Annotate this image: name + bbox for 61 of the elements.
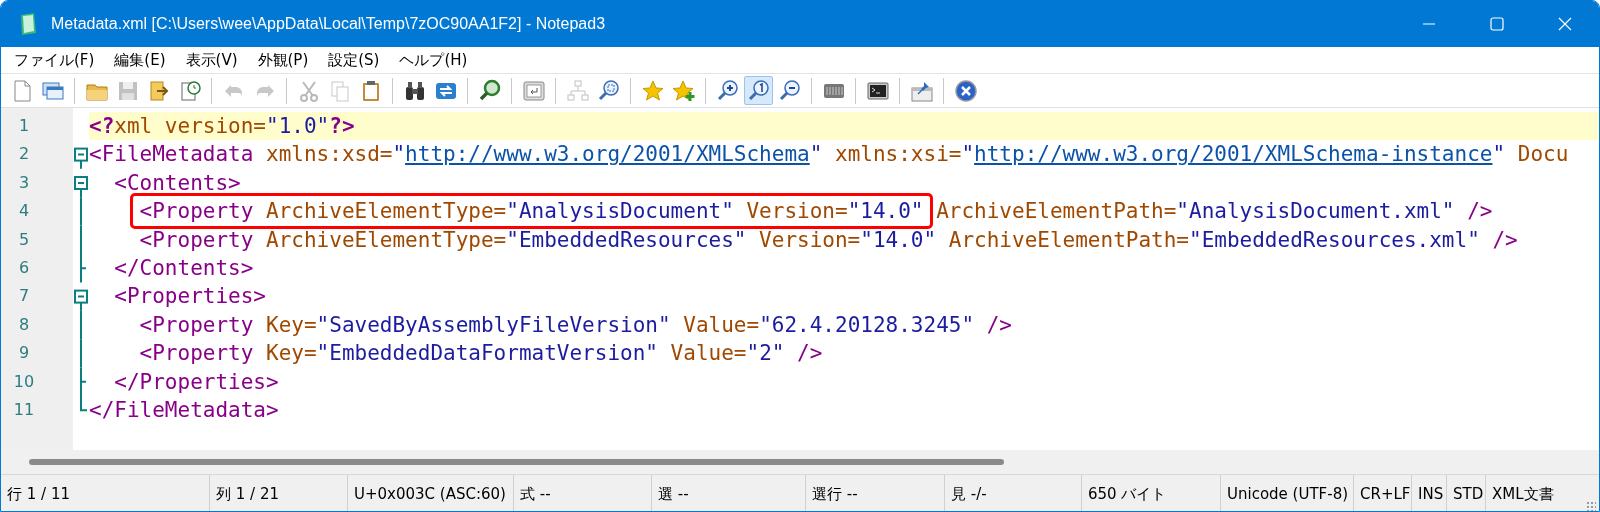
status-field: INS [1412, 475, 1447, 511]
code-line: <?xml version="1.0"?> [89, 114, 355, 138]
status-field: U+0x003C (ASC:60) [348, 475, 514, 511]
window-title: Metadata.xml [C:\Users\wee\AppData\Local\Temp\7zOC90AA1F2] - Notepad3 [51, 15, 606, 33]
code-line: <Property ArchiveElementType="EmbeddedResources" Version="14.0" ArchiveElementPath="EmbeddedResources.xml" /> [138, 227, 1518, 252]
zoom-fit-icon [596, 78, 621, 103]
scrollbar-thumb[interactable] [29, 459, 1004, 465]
line-number: 7 [17, 285, 31, 308]
line-number: 9 [17, 342, 31, 365]
zoom-out-icon [777, 78, 802, 103]
status-field: 650 バイト [1082, 475, 1221, 511]
url-link[interactable]: http://www.w3.org/2001/XMLSchema [405, 142, 810, 167]
status-field: Unicode (UTF-8) [1221, 475, 1354, 511]
code-line: <Property Key="SavedByAssemblyFileVersion" Value="62.4.20128.3245" /> [138, 312, 1012, 337]
close-icon [953, 78, 978, 103]
maximize-icon [1489, 16, 1505, 32]
zoom-reset-button[interactable] [744, 76, 773, 105]
tree-icon [565, 78, 590, 103]
url-link[interactable]: http://www.w3.org/2001/XMLSchema-instance [974, 142, 1493, 167]
menu-item[interactable]: 編集(E) [105, 50, 175, 70]
line-number: 5 [17, 228, 31, 251]
code-line: <Contents> [113, 170, 241, 195]
menu-item[interactable]: 外観(P) [248, 50, 318, 70]
status-field: 列 1 / 21 [210, 475, 348, 511]
status-field: 選 -- [652, 475, 806, 511]
zoom-reset-icon [746, 78, 771, 103]
code-line: <Property Key="EmbeddedDataFormatVersion" Value="2" /> [138, 341, 823, 366]
menu-item[interactable]: 設定(S) [319, 50, 389, 70]
status-field: 式 -- [514, 475, 652, 511]
search-icon [477, 78, 502, 103]
menu-item[interactable]: ファイル(F) [5, 50, 104, 70]
line-number: 10 [12, 370, 36, 393]
line-number: 1 [17, 115, 31, 137]
star-plus-icon [671, 78, 696, 103]
status-field: 選行 -- [806, 475, 945, 511]
line-number: 6 [17, 256, 31, 279]
code-line: </Properties> [113, 369, 279, 394]
code-line: <Properties> [113, 284, 266, 309]
status-field: XML文書 [1486, 475, 1560, 511]
menu-item[interactable]: ヘルプ(H) [390, 50, 477, 70]
code-line: <FileMetadata xmlns:xsd="http://www.w3.org/2001/XMLSchema" xmlns:xsi="http://www.w3.org/2001/XMLSchema-instance" Docu [89, 142, 1569, 167]
code-folding-drawing[interactable] [74, 147, 88, 412]
status-field: CR+LF [1354, 475, 1412, 511]
return-key-icon [521, 78, 546, 103]
close-icon [1557, 16, 1573, 32]
line-number: 3 [17, 171, 31, 194]
status-field: 見 -/- [945, 475, 1082, 511]
status-field: 行 1 / 11 [1, 475, 210, 511]
line-number: 2 [17, 143, 31, 166]
menu-item[interactable]: 表示(V) [176, 50, 247, 70]
line-number: 4 [17, 200, 31, 223]
minimize-icon [1423, 23, 1435, 25]
status-field: STD [1447, 475, 1486, 511]
resize-grip[interactable] [1586, 501, 1596, 511]
code-line: </Contents> [113, 255, 254, 280]
line-number: 11 [12, 398, 36, 421]
star-icon [640, 78, 665, 103]
code-line: </FileMetadata> [89, 397, 279, 422]
line-number: 8 [17, 313, 31, 336]
zoom-in-icon [715, 78, 740, 103]
code-line: <Property ArchiveElementType="AnalysisDocument" Version="14.0" ArchiveElementPath="AnalysisDocument.xml" /> [138, 199, 1493, 224]
